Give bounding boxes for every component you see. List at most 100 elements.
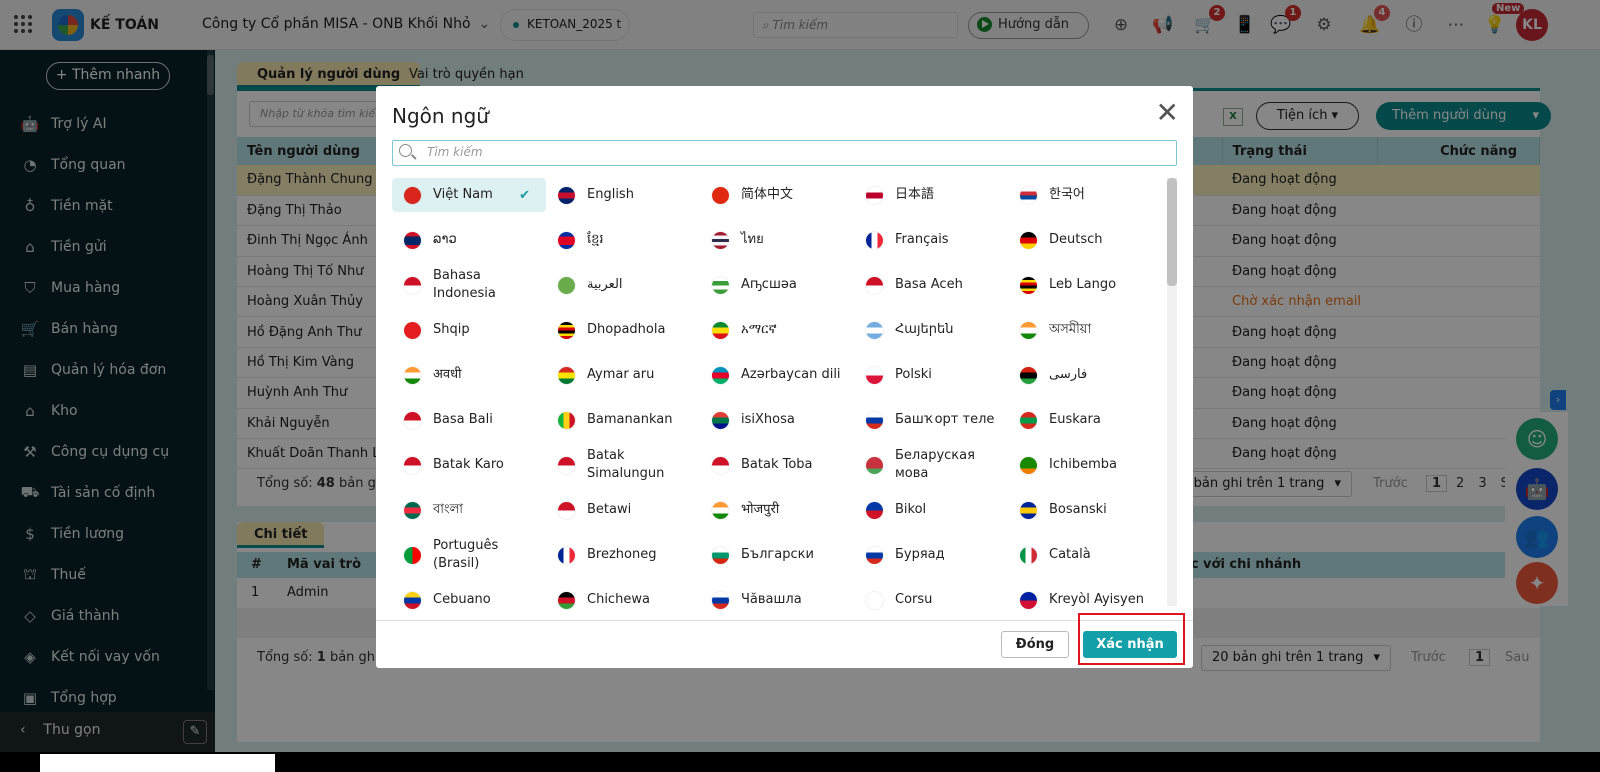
language-option[interactable]: Башҡорт теле [854, 403, 1008, 437]
flag-icon [712, 186, 729, 204]
language-option[interactable]: 日本語 [854, 178, 1008, 212]
language-option[interactable]: Euskara [1008, 403, 1162, 437]
language-option[interactable]: Azərbaycan dili [700, 358, 854, 392]
language-name: Dhopadhola [587, 322, 666, 337]
language-option[interactable]: ไทย [700, 223, 854, 257]
language-option[interactable]: العربية [546, 268, 700, 302]
language-option[interactable]: 한국어 [1008, 178, 1162, 212]
flag-icon [866, 411, 883, 429]
language-option[interactable]: Batak Karo [392, 448, 546, 482]
flag-icon [558, 591, 575, 609]
language-option[interactable]: Bosanski [1008, 493, 1162, 527]
language-name: Kreyòl Ayisyen [1049, 592, 1144, 607]
language-option[interactable]: English [546, 178, 700, 212]
flag-icon [1020, 276, 1037, 294]
language-option[interactable]: Chichewa [546, 583, 700, 617]
language-option[interactable]: isiXhosa [700, 403, 854, 437]
close-button[interactable]: Đóng [1001, 631, 1069, 658]
language-option[interactable]: Беларуская мова [854, 448, 1008, 482]
language-option[interactable]: Batak Toba [700, 448, 854, 482]
language-name: Чӑвашла [741, 592, 802, 607]
language-option[interactable]: Kreyòl Ayisyen [1008, 583, 1162, 617]
language-option[interactable]: বাংলা [392, 493, 546, 527]
flag-icon [1020, 501, 1037, 519]
language-scrollbar[interactable] [1167, 178, 1177, 606]
language-option[interactable]: 简体中文 [700, 178, 854, 212]
language-option[interactable]: Leb Lango [1008, 268, 1162, 302]
language-option[interactable]: ລາວ [392, 223, 546, 257]
language-name: አማርኛ [741, 322, 777, 337]
language-option[interactable]: Shqip [392, 313, 546, 347]
language-option[interactable]: Basa Aceh [854, 268, 1008, 302]
language-option[interactable]: Български [700, 538, 854, 572]
language-name: Basa Bali [433, 412, 493, 427]
language-option[interactable]: Batak Simalungun [546, 448, 700, 482]
language-option[interactable]: Bikol [854, 493, 1008, 527]
flag-icon [712, 321, 729, 339]
language-option[interactable]: Bahasa Indonesia [392, 268, 546, 302]
flag-icon [712, 591, 729, 609]
language-option[interactable]: Чӑвашла [700, 583, 854, 617]
language-name: Буряад [895, 547, 945, 562]
dialog-footer-divider [376, 620, 1193, 621]
language-option[interactable]: Deutsch [1008, 223, 1162, 257]
language-option[interactable]: Basa Bali [392, 403, 546, 437]
language-name: বাংলা [433, 502, 464, 517]
flag-icon [404, 546, 421, 564]
flag-icon [558, 276, 575, 294]
language-option[interactable]: Français [854, 223, 1008, 257]
flag-icon [558, 366, 575, 384]
language-name: भोजपुरी [741, 502, 780, 517]
language-option[interactable]: አማርኛ [700, 313, 854, 347]
language-option[interactable]: Việt Nam ✔ [392, 178, 546, 212]
language-option[interactable]: अवधी [392, 358, 546, 392]
language-option[interactable]: Corsu [854, 583, 1008, 617]
language-name: ខ្មែរ [587, 232, 604, 247]
language-option[interactable]: فارسی [1008, 358, 1162, 392]
flag-icon [404, 321, 421, 339]
language-name: Euskara [1049, 412, 1101, 427]
language-option[interactable]: ខ្មែរ [546, 223, 700, 257]
language-option[interactable]: Català [1008, 538, 1162, 572]
language-name: فارسی [1049, 367, 1088, 382]
language-search-input[interactable]: Tìm kiếm [392, 140, 1177, 166]
language-name: Հայերեն [895, 322, 954, 337]
language-option[interactable]: Аҧсшәа [700, 268, 854, 302]
language-name: Bamanankan [587, 412, 673, 427]
language-option[interactable]: Dhopadhola [546, 313, 700, 347]
flag-icon [866, 186, 883, 204]
flag-icon [404, 366, 421, 384]
flag-icon [712, 501, 729, 519]
language-option[interactable]: Aymar aru [546, 358, 700, 392]
language-option[interactable]: Português (Brasil) [392, 538, 546, 572]
language-option[interactable]: Ichibemba [1008, 448, 1162, 482]
flag-icon [558, 186, 575, 204]
language-option[interactable]: Հայերեն [854, 313, 1008, 347]
flag-icon [866, 501, 883, 519]
flag-icon [866, 276, 883, 294]
language-name: Български [741, 547, 814, 562]
language-option[interactable]: Polski [854, 358, 1008, 392]
flag-icon [558, 456, 575, 474]
language-option[interactable]: Буряад [854, 538, 1008, 572]
flag-icon [866, 231, 883, 249]
close-icon[interactable]: ✕ [1156, 96, 1179, 129]
flag-icon [866, 546, 883, 564]
language-name: Chichewa [587, 592, 650, 607]
flag-icon [404, 456, 421, 474]
language-name: Batak Toba [741, 457, 813, 472]
language-name: Batak Karo [433, 457, 504, 472]
flag-icon [866, 591, 883, 609]
language-option[interactable]: অসমীয়া [1008, 313, 1162, 347]
language-name: Беларуская мова [895, 448, 975, 481]
flag-icon [404, 276, 421, 294]
language-option[interactable]: Bamanankan [546, 403, 700, 437]
language-option[interactable]: Cebuano [392, 583, 546, 617]
language-option[interactable]: Betawi [546, 493, 700, 527]
language-option[interactable]: Brezhoneg [546, 538, 700, 572]
search-placeholder: Tìm kiếm [427, 145, 483, 159]
flag-icon [1020, 231, 1037, 249]
language-name: 日本語 [895, 187, 935, 202]
language-option[interactable]: भोजपुरी [700, 493, 854, 527]
language-name: Bosanski [1049, 502, 1107, 517]
